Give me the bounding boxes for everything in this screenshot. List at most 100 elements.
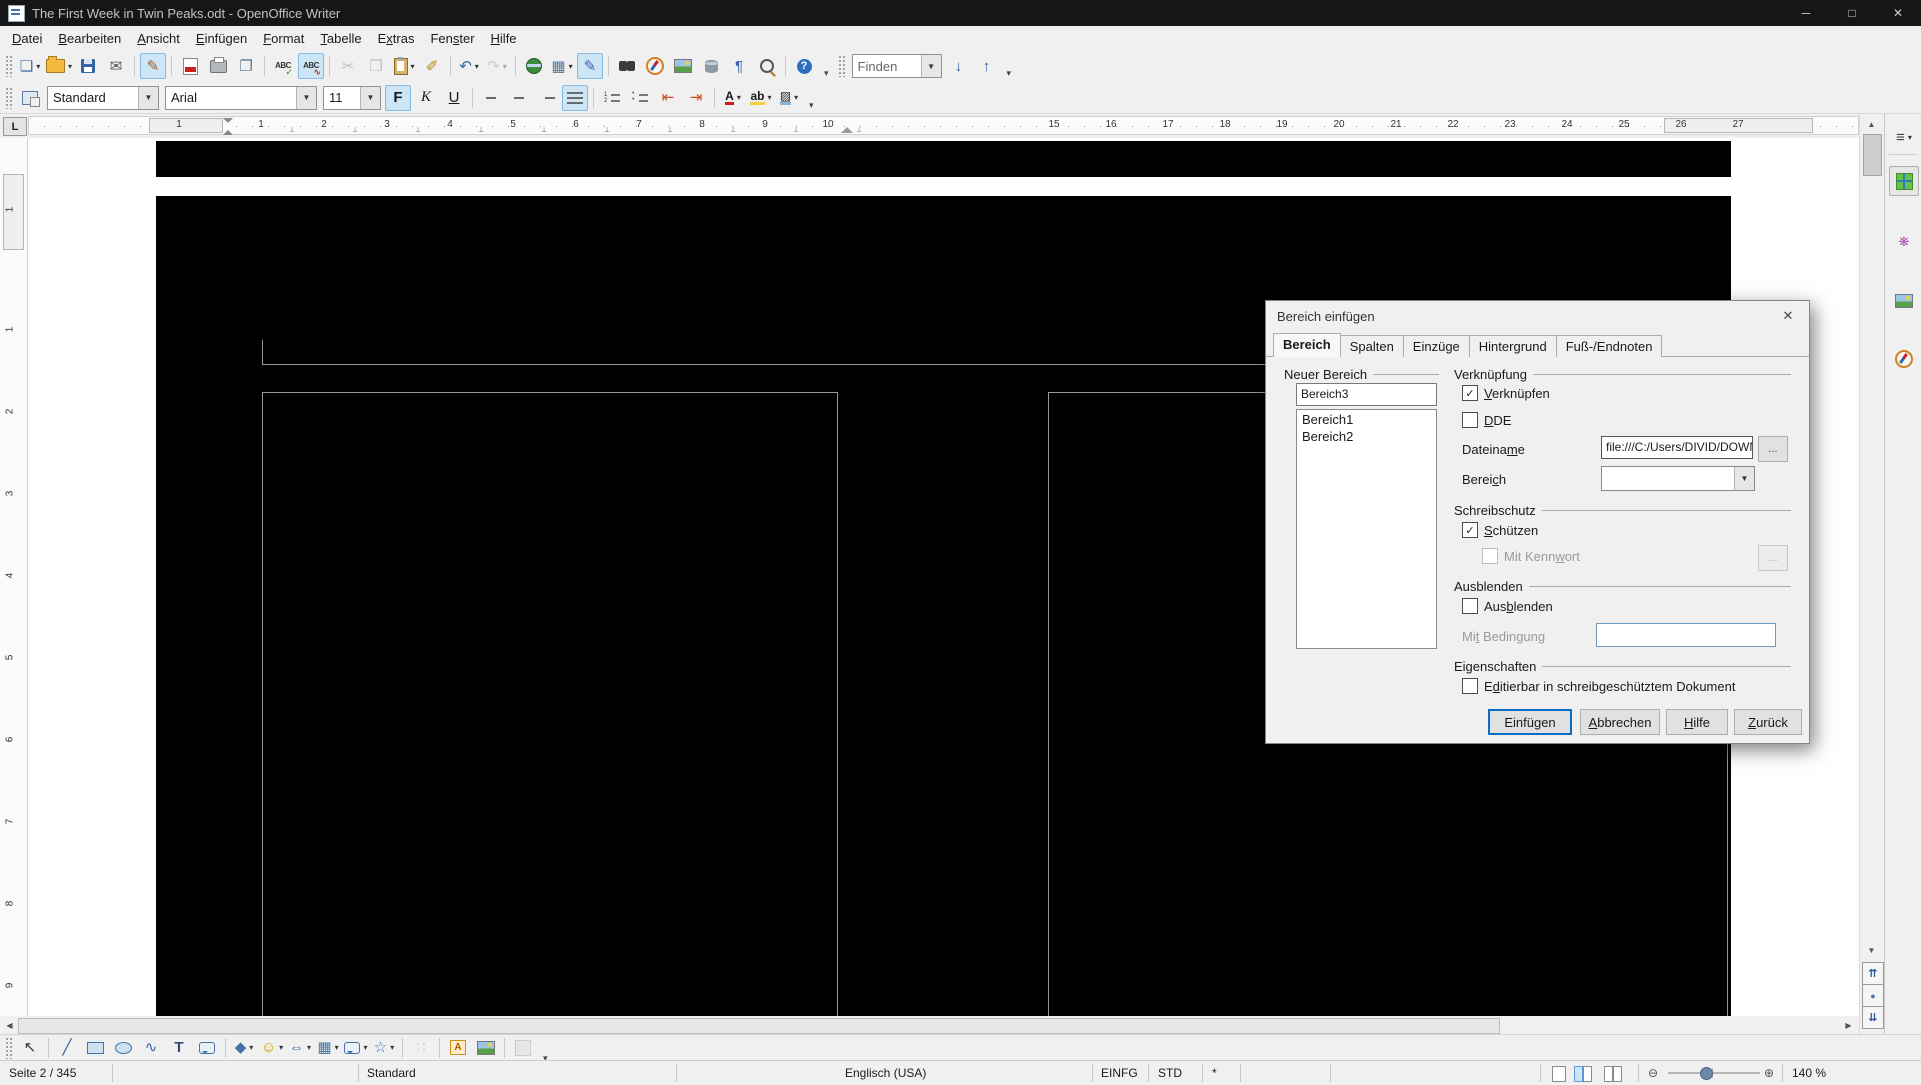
- highlighting-button[interactable]: ab▾: [748, 85, 774, 111]
- undo-button[interactable]: ↶▾: [456, 53, 482, 79]
- font-size-combobox[interactable]: 11▼: [323, 86, 381, 110]
- close-button[interactable]: ✕: [1875, 0, 1921, 26]
- menu-extras[interactable]: Extras: [370, 28, 423, 49]
- maximize-button[interactable]: □: [1829, 0, 1875, 26]
- dialog-title-bar[interactable]: Bereich einfügen ✕: [1266, 301, 1809, 331]
- book-view-button[interactable]: [1604, 1066, 1613, 1082]
- scroll-down-button[interactable]: ▼: [1862, 942, 1881, 959]
- right-indent-marker[interactable]: [841, 121, 853, 133]
- section-name-input[interactable]: Bereich3: [1296, 383, 1437, 406]
- navigator-button[interactable]: [642, 53, 668, 79]
- find-next-button[interactable]: ↓: [946, 53, 972, 79]
- horizontal-ruler[interactable]: 11⊥2⊥3⊥4⊥5⊥6⊥7⊥8⊥9⊥10⊥151617181920212223…: [28, 116, 1859, 135]
- protect-checkbox-box[interactable]: ✓: [1462, 522, 1478, 538]
- save-button[interactable]: [75, 53, 101, 79]
- chevron-down-icon[interactable]: ▾: [390, 1043, 394, 1052]
- chevron-down-icon[interactable]: ▾: [249, 1043, 253, 1052]
- tab-spalten[interactable]: Spalten: [1340, 335, 1404, 357]
- abbrechen-button[interactable]: Abbrechen: [1580, 709, 1660, 735]
- edit-mode-button[interactable]: ✎: [140, 53, 166, 79]
- underline-button[interactable]: U: [441, 85, 467, 111]
- dde-checkbox-box[interactable]: [1462, 412, 1478, 428]
- chevron-down-icon[interactable]: ▾: [279, 1043, 283, 1052]
- chevron-down-icon[interactable]: ▾: [768, 93, 772, 102]
- scroll-left-button[interactable]: ◀: [1, 1017, 18, 1033]
- fontwork-button[interactable]: A: [445, 1035, 471, 1061]
- insert-table-button[interactable]: ▦▾: [549, 53, 575, 79]
- scroll-up-button[interactable]: ▲: [1862, 116, 1881, 133]
- document-modified-status[interactable]: *: [1212, 1066, 1217, 1080]
- insert-mode-status[interactable]: EINFG: [1101, 1066, 1138, 1080]
- filename-input[interactable]: file:///C:/Users/DIVID/DOWN: [1601, 436, 1753, 459]
- chevron-down-icon[interactable]: ▾: [335, 1043, 339, 1052]
- minimize-button[interactable]: ─: [1783, 0, 1829, 26]
- chevron-down-icon[interactable]: ▾: [68, 62, 72, 71]
- line-button[interactable]: ╱: [54, 1035, 80, 1061]
- select-button[interactable]: ↖: [17, 1035, 43, 1061]
- selection-mode-status[interactable]: STD: [1158, 1066, 1182, 1080]
- vertical-ruler[interactable]: 1123456789: [0, 138, 28, 1016]
- new-document-button[interactable]: ❏▾: [17, 53, 43, 79]
- justify-button[interactable]: [562, 85, 588, 111]
- chevron-down-icon[interactable]: ▾: [411, 62, 415, 71]
- sidebar-menu-button[interactable]: ≡▾: [1889, 122, 1919, 152]
- bold-button[interactable]: F: [385, 85, 411, 111]
- spellcheck-button[interactable]: ABC✓: [270, 53, 296, 79]
- chevron-down-icon[interactable]: ▼: [360, 87, 380, 109]
- editable-readonly-checkbox[interactable]: Editierbar in schreibgeschütztem Dokumen…: [1462, 678, 1735, 694]
- gallery-button[interactable]: [670, 53, 696, 79]
- einfuegen-button[interactable]: Einfügen: [1488, 709, 1572, 735]
- protect-checkbox[interactable]: ✓ Schützen: [1462, 522, 1538, 538]
- menu-tabelle[interactable]: Tabelle: [312, 28, 369, 49]
- toolbar-grip[interactable]: [5, 87, 12, 109]
- find-toolbar-overflow[interactable]: ▾: [1003, 66, 1016, 81]
- vertical-scrollbar[interactable]: ▲ ▼ ⇈ ● ⇊: [1859, 114, 1884, 1034]
- zurueck-button[interactable]: Zurück: [1734, 709, 1802, 735]
- chevron-down-icon[interactable]: ▾: [307, 1043, 311, 1052]
- link-checkbox-box[interactable]: ✓: [1462, 385, 1478, 401]
- standard-toolbar-overflow[interactable]: ▾: [820, 66, 833, 81]
- editable-readonly-checkbox-box[interactable]: [1462, 678, 1478, 694]
- freeform-line-button[interactable]: ∿: [138, 1035, 164, 1061]
- menu-bearbeiten[interactable]: Bearbeiten: [50, 28, 129, 49]
- find-replace-button[interactable]: [614, 53, 640, 79]
- tab-einz-ge[interactable]: Einzüge: [1403, 335, 1470, 357]
- multi-page-view-button[interactable]: [1574, 1066, 1583, 1082]
- print-button[interactable]: [205, 53, 231, 79]
- zoom-percentage-status[interactable]: 140 %: [1792, 1066, 1826, 1080]
- tab-stop-type-selector[interactable]: L: [3, 117, 27, 136]
- basic-shapes-button[interactable]: ◆▾: [231, 1035, 257, 1061]
- chevron-down-icon[interactable]: ▾: [363, 1043, 367, 1052]
- previous-page-button[interactable]: ⇈: [1862, 962, 1884, 985]
- align-center-button[interactable]: [506, 85, 532, 111]
- chevron-down-icon[interactable]: ▼: [1734, 467, 1754, 490]
- page-number-status[interactable]: Seite 2 / 345: [9, 1066, 76, 1080]
- horizontal-scroll-thumb[interactable]: [18, 1018, 1500, 1034]
- vertical-scroll-thumb[interactable]: [1863, 134, 1882, 176]
- toolbar-grip[interactable]: [838, 55, 845, 77]
- menu-einfügen[interactable]: Einfügen: [188, 28, 255, 49]
- zoom-slider-thumb[interactable]: [1700, 1067, 1713, 1080]
- decrease-indent-button[interactable]: ⇤: [655, 85, 681, 111]
- open-button[interactable]: ▾: [45, 53, 73, 79]
- sidebar-gallery-button[interactable]: ❋: [1889, 226, 1919, 256]
- language-status[interactable]: Englisch (USA): [845, 1066, 926, 1080]
- chevron-down-icon[interactable]: ▼: [296, 87, 316, 109]
- tab-fu-endnoten[interactable]: Fuß-/Endnoten: [1556, 335, 1663, 357]
- chevron-down-icon[interactable]: ▾: [503, 62, 507, 71]
- styles-dialog-button[interactable]: [17, 85, 43, 111]
- hyperlink-button[interactable]: [521, 53, 547, 79]
- paste-button[interactable]: ▾: [391, 53, 417, 79]
- ellipse-button[interactable]: [110, 1035, 136, 1061]
- menu-datei[interactable]: Datei: [4, 28, 50, 49]
- single-page-view-button[interactable]: [1552, 1066, 1566, 1082]
- format-paintbrush-button[interactable]: ✐: [419, 53, 445, 79]
- find-previous-button[interactable]: ↑: [974, 53, 1000, 79]
- data-sources-button[interactable]: [698, 53, 724, 79]
- format-toolbar-overflow[interactable]: ▾: [805, 98, 818, 113]
- page-preview-button[interactable]: ❐: [233, 53, 259, 79]
- link-checkbox[interactable]: ✓ Verknüpfen: [1462, 385, 1550, 401]
- chevron-down-icon[interactable]: ▾: [794, 93, 798, 102]
- font-color-button[interactable]: A▾: [720, 85, 746, 111]
- sidebar-images-button[interactable]: [1889, 286, 1919, 316]
